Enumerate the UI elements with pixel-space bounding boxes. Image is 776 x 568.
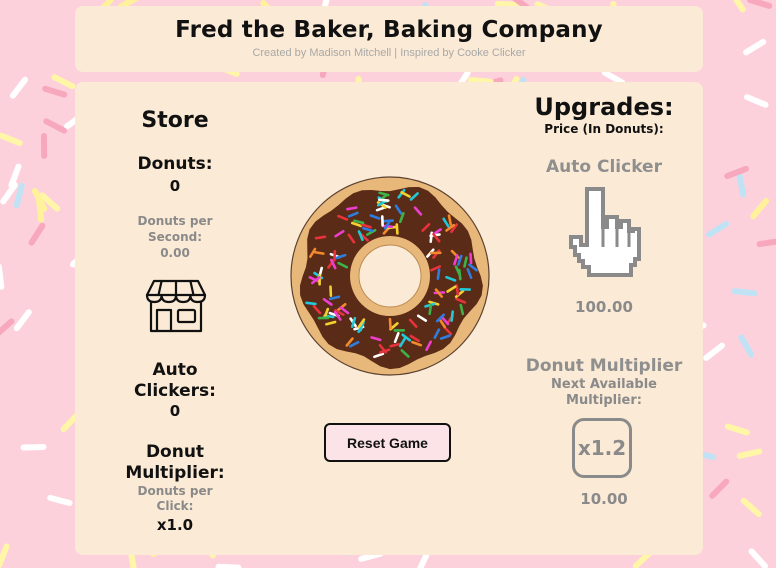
donut-icon[interactable] [289,175,491,377]
pointing-hand-cursor-icon[interactable] [565,185,643,279]
price-note: Price (In Donuts): [544,122,664,136]
dpc-label-line1: Donuts per [137,484,213,498]
dps-label-line2: Second: [147,230,203,244]
upgrades-title: Upgrades: [534,93,674,121]
game-panel: Store Donuts: 0 Donuts per Second: 0.00 … [75,82,703,555]
auto-clickers-count: 0 [169,402,181,420]
donuts-count: 0 [169,177,181,195]
dps-value: 0.00 [160,246,190,260]
page-subtitle: Created by Madison Mitchell | Inspired b… [252,47,526,59]
donut-multiplier-title: Donut Multiplier [525,356,683,376]
donuts-label: Donuts: [137,154,213,174]
donut-multiplier-label-line2: Multiplier: [125,463,225,483]
dpc-value: x1.0 [156,516,194,534]
header-panel: Fred the Baker, Baking Company Created b… [75,6,703,72]
storefront-icon [145,279,207,333]
donut-multiplier-label-line1: Donut [145,442,205,462]
page-title: Fred the Baker, Baking Company [175,17,603,43]
auto-clicker-title: Auto Clicker [546,157,662,177]
dps-label-line1: Donuts per [137,214,213,228]
buy-multiplier-button[interactable]: x1.2 [572,418,632,478]
next-multiplier-label-line2: Multiplier: [566,393,642,408]
reset-game-button[interactable]: Reset Game [324,423,451,462]
dpc-label-line2: Click: [156,499,194,513]
next-multiplier-label-line1: Next Available [551,377,657,392]
store-title: Store [141,108,209,133]
multiplier-price: 10.00 [580,490,628,508]
auto-clickers-label-line2: Clickers: [134,381,216,401]
auto-clicker-price: 100.00 [575,298,633,316]
auto-clickers-label-line1: Auto [152,360,198,380]
